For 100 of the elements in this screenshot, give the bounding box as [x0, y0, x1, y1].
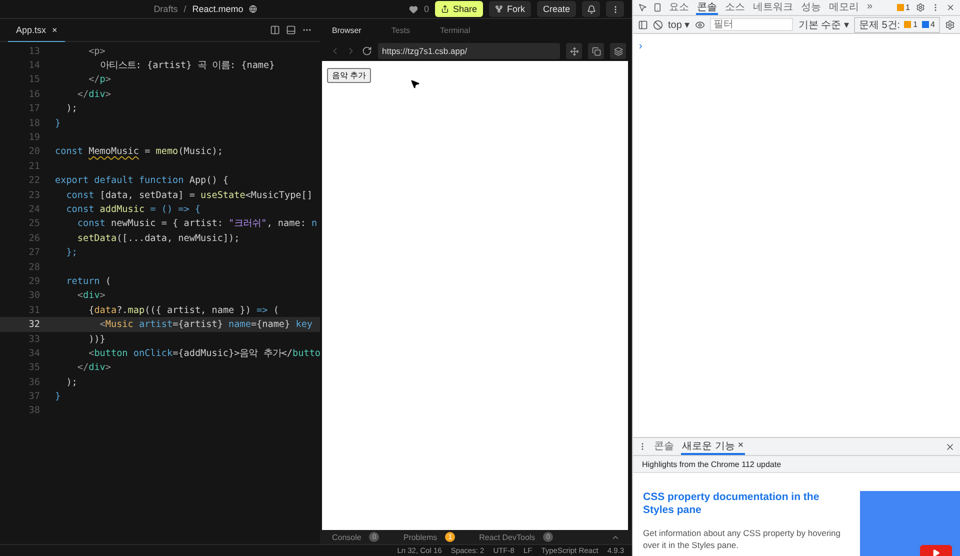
more-button[interactable] [606, 1, 624, 17]
line-number: 20 [28, 146, 41, 158]
line-number: 35 [28, 362, 41, 374]
line-number: 36 [28, 376, 41, 388]
code-line: const [data, setData] = useState<MusicType[] [65, 190, 312, 201]
line-number: 25 [28, 218, 41, 230]
code-line: </div> [76, 362, 111, 374]
split-view-icon[interactable] [270, 25, 280, 35]
line-number: 31 [28, 304, 41, 316]
devtools-tab[interactable]: 네트워크 [752, 0, 794, 15]
code-line: <p> [88, 46, 106, 57]
line-number: 18 [28, 118, 41, 129]
code-line: const newMusic = { artist: "크러쉬", name: n [76, 217, 318, 230]
line-number: 37 [28, 391, 41, 402]
line-number: 38 [28, 405, 41, 416]
share-button[interactable]: Share [434, 1, 483, 17]
code-line: setData([...data, newMusic]); [76, 232, 240, 244]
url-field[interactable]: https://tzg7s1.csb.app/ [378, 43, 560, 59]
play-icon [932, 549, 940, 556]
move-button[interactable] [566, 43, 582, 59]
code-line: const addMusic = () => { [65, 204, 201, 215]
close-icon[interactable] [946, 3, 955, 12]
issues-badge[interactable]: 1 [896, 3, 910, 12]
move-icon [570, 46, 578, 56]
line-number: 23 [28, 190, 41, 201]
code-line: ); [65, 103, 78, 114]
file-tab[interactable]: App.tsx × [8, 19, 66, 42]
preview-tab[interactable]: Browser [332, 26, 362, 34]
code-line: <Music artist={artist} name={name} key [98, 319, 313, 330]
settings-icon[interactable] [916, 3, 925, 12]
preview-tab[interactable]: Terminal [440, 26, 470, 34]
context-dropdown[interactable]: top ▾ [668, 18, 690, 30]
line-number: 33 [28, 334, 41, 344]
preview-tab[interactable]: Tests [391, 26, 410, 34]
code-line: const MemoMusic = memo(Music); [55, 146, 223, 158]
line-number: 34 [28, 348, 41, 359]
line-number: 16 [28, 88, 41, 100]
info-count: 4 [922, 20, 935, 29]
drawer-tab[interactable]: 콘솔 [653, 438, 675, 455]
fork-button[interactable]: Fork [488, 1, 531, 17]
reload-icon[interactable] [362, 46, 372, 56]
code-line: <button onClick={addMusic}>음악 추가</butto [88, 346, 320, 360]
line-number: 21 [28, 160, 41, 172]
article-title-link[interactable]: CSS property documentation in the Styles pane [643, 491, 846, 517]
eye-icon[interactable] [694, 20, 705, 30]
windows-button[interactable] [610, 43, 626, 59]
fork-icon [494, 5, 503, 13]
line-number: 17 [28, 103, 41, 114]
panel-icon[interactable] [286, 25, 296, 35]
filter-field[interactable]: 필터 [710, 18, 794, 31]
devtools-tab[interactable]: 소스 [724, 0, 746, 15]
clear-icon[interactable] [653, 20, 663, 30]
sidebar-icon[interactable] [638, 20, 648, 30]
line-number: 22 [28, 175, 41, 186]
code-line: ))} [88, 334, 106, 344]
line-number: 13 [28, 46, 41, 57]
code-line: return ( [65, 276, 111, 287]
issues-button[interactable]: 문제 5건: 1 4 [854, 16, 940, 32]
line-number: 27 [28, 247, 41, 258]
copy-icon [592, 46, 600, 56]
layers-icon [614, 46, 622, 56]
breadcrumb-item[interactable]: Drafts [154, 4, 178, 14]
like-count: 0 [424, 4, 429, 14]
copy-button[interactable] [588, 43, 604, 59]
devtools-tab[interactable]: 요소 [668, 0, 690, 15]
heart-icon[interactable] [408, 4, 418, 14]
highlights-heading: Highlights from the Chrome 112 update [633, 456, 960, 473]
line-number: 15 [28, 74, 41, 86]
code-line: }; [65, 247, 78, 258]
devtools-tab[interactable]: 성능 [800, 0, 822, 15]
close-tab-button[interactable]: × [52, 24, 58, 34]
notifications-button[interactable] [582, 1, 600, 17]
inspect-icon[interactable] [638, 3, 647, 12]
add-music-button[interactable]: 음악 추가 [327, 68, 372, 83]
devtools-tab[interactable]: 메모리 [828, 0, 860, 15]
more-tabs-button[interactable]: » [866, 0, 874, 15]
article-description: Get information about any CSS property by hovering over it in the Styles pane. [643, 527, 842, 551]
close-drawer-icon[interactable] [945, 442, 955, 452]
share-icon [440, 5, 449, 13]
line-number: 24 [28, 204, 41, 215]
line-number: 29 [28, 276, 41, 287]
breadcrumb-item[interactable]: React.memo [192, 4, 244, 14]
code-line: } [55, 391, 61, 402]
code-line: <div> [76, 290, 106, 302]
create-button[interactable]: Create [536, 1, 576, 17]
code-line: {data?.map(({ artist, name }) => ( [88, 304, 279, 316]
bell-icon [586, 4, 596, 14]
line-number: 14 [28, 60, 41, 72]
close-tab-button[interactable]: × [738, 440, 744, 451]
warning-count: 1 [904, 20, 918, 29]
code-line: ); [65, 376, 78, 388]
code-line: export default function App() { [55, 175, 229, 186]
level-dropdown[interactable]: 기본 수준 ▾ [798, 18, 849, 32]
line-number: 19 [28, 132, 41, 144]
code-line: } [55, 118, 61, 129]
settings-icon[interactable] [945, 20, 955, 30]
line-number: 30 [28, 290, 41, 302]
code-line: 아티스트: {artist} 곡 이름: {name} [98, 59, 275, 72]
console-prompt: › [639, 41, 642, 52]
device-icon[interactable] [653, 3, 662, 12]
